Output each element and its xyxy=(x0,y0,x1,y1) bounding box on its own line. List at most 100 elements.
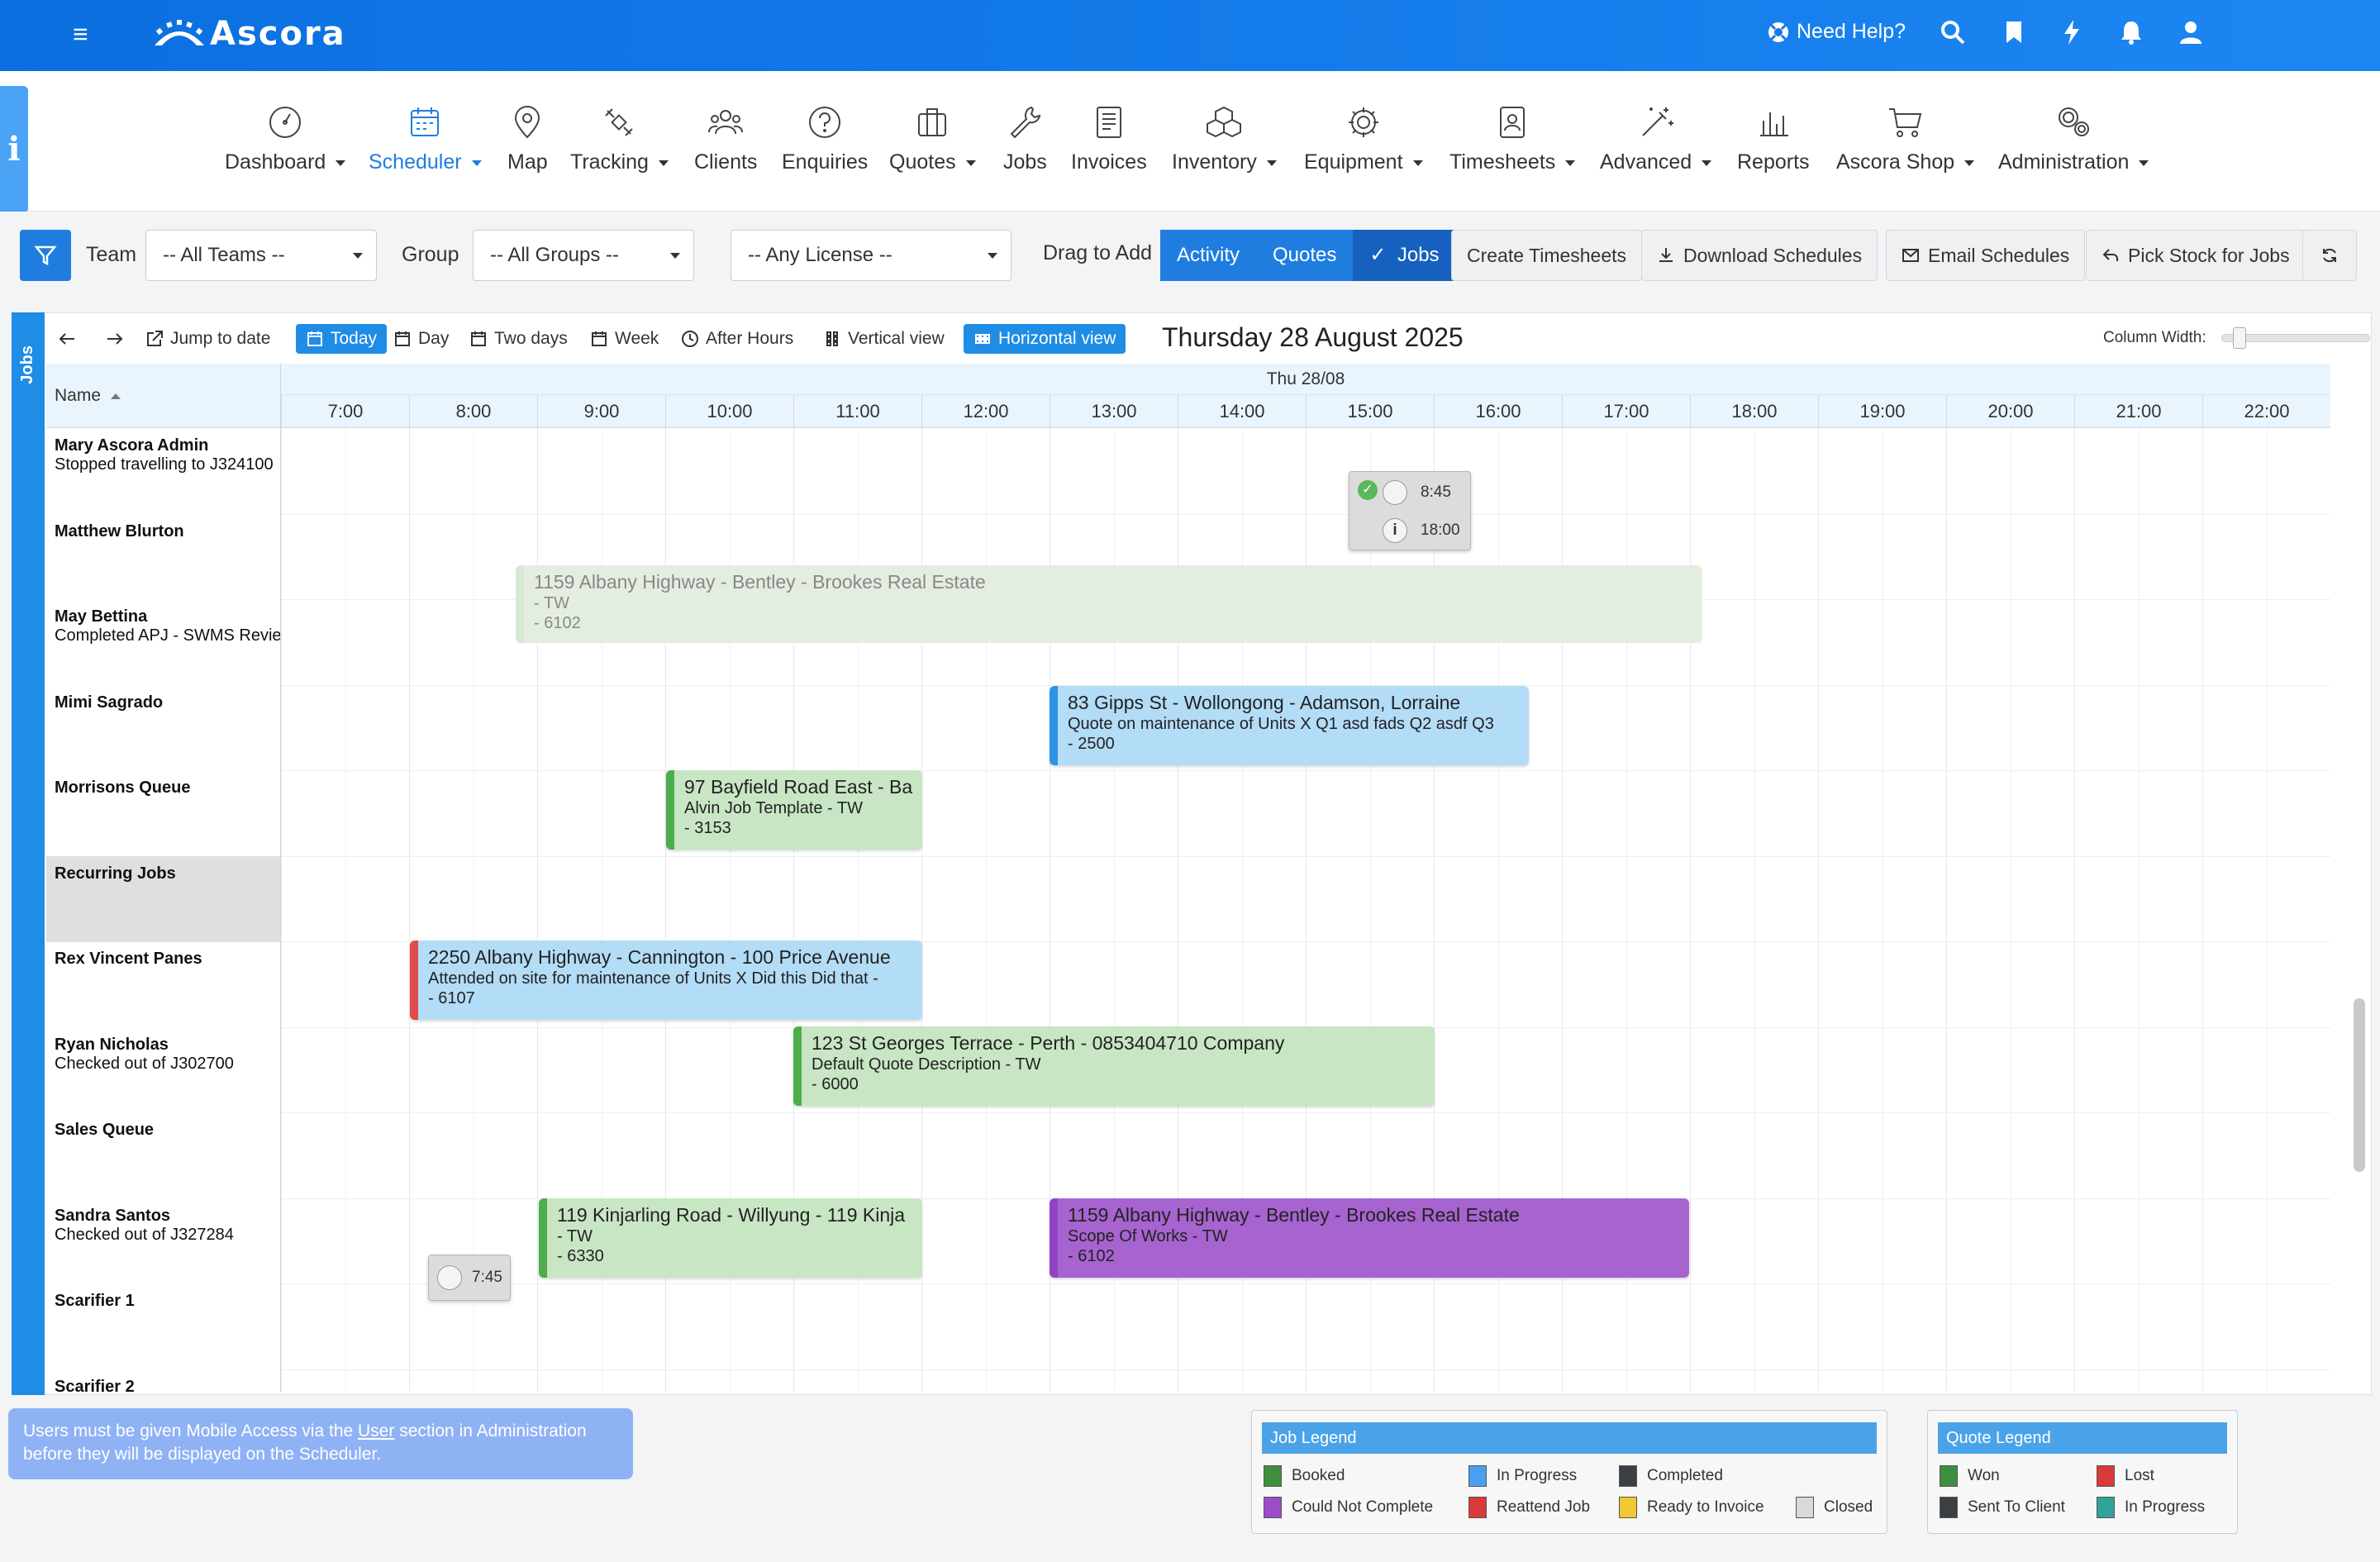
two-days-button[interactable]: Two days xyxy=(469,324,568,354)
lightning-icon[interactable] xyxy=(2058,18,2086,46)
filter-button[interactable] xyxy=(20,230,71,281)
drag-jobs-label: Jobs xyxy=(1397,244,1440,266)
satellite-icon xyxy=(605,108,634,136)
today-button[interactable]: Today xyxy=(296,324,388,354)
grid-vline xyxy=(2202,428,2203,1392)
drag-quotes-button[interactable]: Quotes xyxy=(1256,230,1354,281)
logo[interactable]: Ascora xyxy=(150,15,346,53)
hour-label: 18:00 xyxy=(1690,395,1818,428)
event-st-georges[interactable]: 123 St Georges Terrace - Perth - 0853404… xyxy=(793,1026,1435,1106)
vertical-scrollbar[interactable] xyxy=(2354,998,2365,1172)
nav-dashboard[interactable]: Dashboard xyxy=(225,104,346,174)
hour-label: 15:00 xyxy=(1306,395,1434,428)
nav-enquiries[interactable]: Enquiries xyxy=(782,104,868,174)
event-bentley-faded[interactable]: 1159 Albany Highway - Bentley - Brookes … xyxy=(516,565,1702,643)
nav-administration[interactable]: Administration xyxy=(1998,104,2149,174)
mary-time-bubble[interactable]: ✓ 8:45 i 18:00 xyxy=(1349,471,1471,550)
prev-arrow-icon[interactable] xyxy=(58,324,76,354)
user-section-link[interactable]: User xyxy=(358,1422,394,1441)
column-width-label: Column Width: xyxy=(2103,329,2206,346)
resource-row[interactable]: Morrisons Queue xyxy=(46,770,280,856)
funnel-icon xyxy=(34,245,57,266)
menu-icon[interactable]: ≡ xyxy=(73,21,98,47)
nav-clients[interactable]: Clients xyxy=(694,104,757,174)
brand-name: Ascora xyxy=(210,15,346,53)
pick-stock-button[interactable]: Pick Stock for Jobs xyxy=(2086,230,2306,281)
event-bentley-purple[interactable]: 1159 Albany Highway - Bentley - Brookes … xyxy=(1050,1198,1689,1278)
sandra-time-bubble[interactable]: 7:45 xyxy=(428,1255,511,1301)
need-help-link[interactable]: Need Help? xyxy=(1767,20,1906,44)
legend-item: Booked xyxy=(1264,1465,1345,1487)
jump-to-date-button[interactable]: Jump to date xyxy=(145,324,270,354)
resource-row[interactable]: Scarifier 2 xyxy=(46,1369,280,1393)
nav-reports[interactable]: Reports xyxy=(1737,104,1810,174)
hour-label: 12:00 xyxy=(921,395,1050,428)
user-icon[interactable] xyxy=(2177,18,2205,46)
day-label: Day xyxy=(418,329,450,348)
resource-name: Sales Queue xyxy=(55,1121,155,1139)
nav-quotes-label: Quotes xyxy=(889,150,956,174)
nav-tracking[interactable]: Tracking xyxy=(570,104,669,174)
week-button[interactable]: Week xyxy=(590,324,659,354)
nav-inventory[interactable]: Inventory xyxy=(1172,104,1277,174)
horizontal-view-button[interactable]: Horizontal view xyxy=(964,324,1126,354)
create-timesheets-button[interactable]: Create Timesheets xyxy=(1451,230,1643,281)
jobs-side-tab[interactable]: Jobs xyxy=(12,312,45,1395)
team-select[interactable]: -- All Teams -- xyxy=(145,230,377,281)
bookmark-icon[interactable] xyxy=(2000,18,2028,46)
event-bayfield-road[interactable]: 97 Bayfield Road East - Ba Alvin Job Tem… xyxy=(666,770,922,850)
resource-row[interactable]: Recurring Jobs xyxy=(46,855,280,942)
horizontal-grid-icon xyxy=(975,334,990,344)
event-detail: - 6102 xyxy=(534,614,581,632)
refresh-button[interactable] xyxy=(2302,230,2357,281)
resource-row[interactable]: Mimi Sagrado xyxy=(46,685,280,771)
resource-row[interactable]: May Bettina Completed APJ - SWMS Review xyxy=(46,599,280,685)
nav-equipment[interactable]: Equipment xyxy=(1304,104,1423,174)
resource-row[interactable]: Rex Vincent Panes xyxy=(46,941,280,1027)
nav-ascora-shop[interactable]: Ascora Shop xyxy=(1836,104,1975,174)
nav-timesheets[interactable]: Timesheets xyxy=(1449,104,1576,174)
group-select[interactable]: -- All Groups -- xyxy=(473,230,694,281)
event-gipps-st[interactable]: 83 Gipps St - Wollongong - Adamson, Lorr… xyxy=(1050,686,1529,765)
nav-advanced[interactable]: Advanced xyxy=(1600,104,1712,174)
drag-jobs-button[interactable]: ✓ Jobs xyxy=(1353,230,1456,281)
drag-activity-button[interactable]: Activity xyxy=(1160,230,1257,281)
hour-label: 20:00 xyxy=(1946,395,2074,428)
next-arrow-icon[interactable] xyxy=(106,324,124,354)
nav-inventory-label: Inventory xyxy=(1172,150,1257,174)
resource-row[interactable]: Sales Queue xyxy=(46,1112,280,1198)
sandra-time: 7:45 xyxy=(472,1269,502,1286)
resource-row[interactable]: Ryan Nicholas Checked out of J302700 xyxy=(46,1027,280,1113)
email-schedules-button[interactable]: Email Schedules xyxy=(1886,230,2086,281)
legend-label: In Progress xyxy=(1497,1467,1578,1484)
name-column-header[interactable]: Name xyxy=(46,364,281,428)
event-detail: - 6107 xyxy=(428,989,475,1007)
nav-scheduler[interactable]: Scheduler xyxy=(369,104,482,174)
resource-row[interactable]: Mary Ascora Admin Stopped travelling to J… xyxy=(46,428,280,514)
nav-quotes[interactable]: Quotes xyxy=(889,104,976,174)
schedule-grid[interactable]: 1159 Albany Highway - Bentley - Brookes … xyxy=(281,428,2330,1392)
legend-label: Won xyxy=(1968,1467,2000,1484)
event-albany-cannington[interactable]: 2250 Albany Highway - Cannington - 100 P… xyxy=(410,941,922,1020)
nav-map[interactable]: Map xyxy=(507,104,548,174)
after-hours-button[interactable]: After Hours xyxy=(681,324,793,354)
event-kinjarling-road[interactable]: 119 Kinjarling Road - Willyung - 119 Kin… xyxy=(539,1198,922,1278)
nav-invoices[interactable]: Invoices xyxy=(1071,104,1147,174)
bell-icon[interactable] xyxy=(2117,18,2145,46)
resource-row[interactable]: Matthew Blurton xyxy=(46,514,280,600)
resource-row[interactable]: Sandra Santos Checked out of J327284 xyxy=(46,1198,280,1284)
vertical-view-button[interactable]: Vertical view xyxy=(823,324,945,354)
download-schedules-button[interactable]: Download Schedules xyxy=(1641,230,1878,281)
name-header-label: Name xyxy=(55,386,102,405)
day-button[interactable]: Day xyxy=(393,324,449,354)
search-icon[interactable] xyxy=(1939,18,1967,46)
hour-label: 8:00 xyxy=(409,395,537,428)
column-width-slider-handle[interactable] xyxy=(2233,327,2246,349)
resource-row[interactable]: Scarifier 1 xyxy=(46,1283,280,1369)
resource-name: Morrisons Queue xyxy=(55,779,191,797)
license-select[interactable]: -- Any License -- xyxy=(731,230,1011,281)
info-tab[interactable]: i xyxy=(0,86,28,213)
legend-item: Ready to Invoice xyxy=(1619,1497,1764,1518)
nav-jobs[interactable]: Jobs xyxy=(1003,104,1047,174)
quote-legend: Quote Legend Won Lost Sent To Client In Pro… xyxy=(1927,1410,2238,1534)
